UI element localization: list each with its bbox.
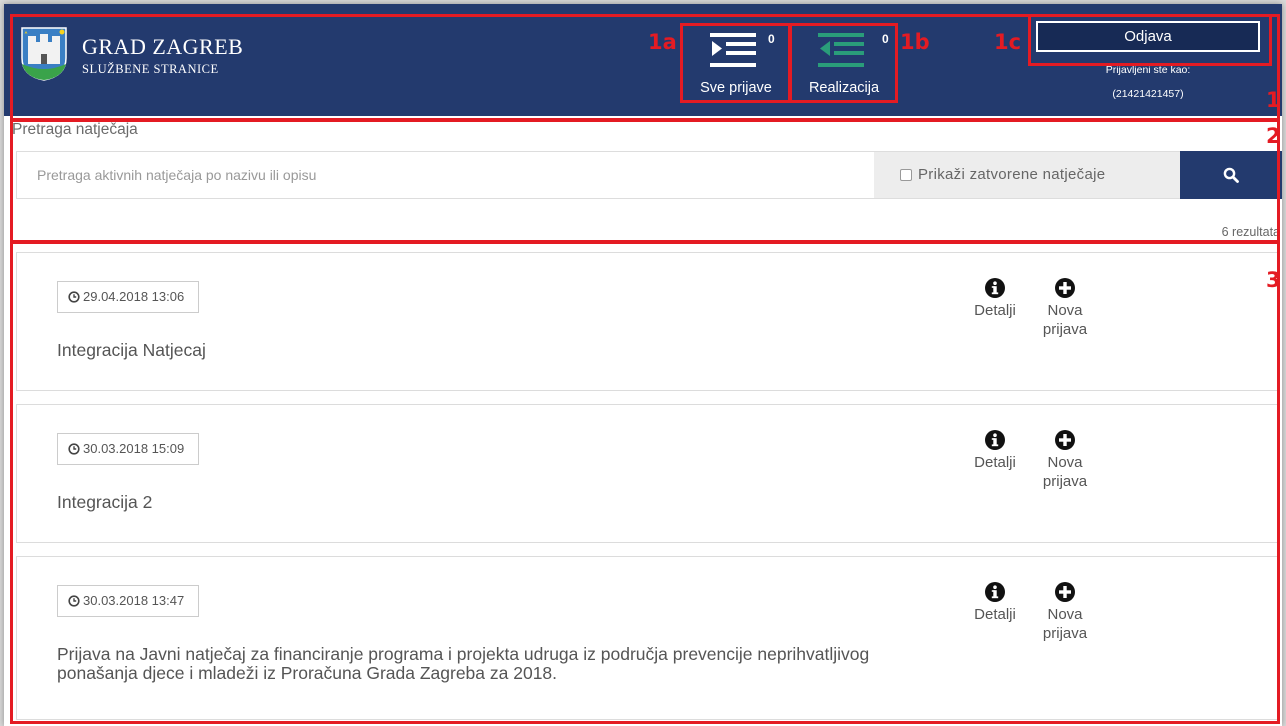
date-badge: 29.04.2018 13:06 [57,281,200,313]
search-button[interactable] [1180,151,1282,199]
brand-subtitle: SLUŽBENE STRANICE [82,62,219,76]
card-title: Integracija 2 [57,492,153,512]
card-title: Prijava na Javni natječaj za financiranj… [57,644,870,683]
details-label: Detalji [974,302,1016,319]
clock-icon [68,443,80,455]
date-badge: 30.03.2018 13:47 [57,585,200,617]
search-input[interactable] [16,151,874,199]
details-label: Detalji [974,606,1016,623]
plus-circle-icon [1055,430,1075,450]
details-button[interactable]: Detalji [960,277,1030,320]
brand-title: GRAD ZAGREB [82,34,244,59]
annotation-label-2: 2 [1266,124,1281,148]
sve-prijave-count: 0 [768,32,775,46]
new-application-button[interactable]: Nova prijava [1030,429,1100,491]
results-count: 6 rezultata [1221,225,1280,239]
annotation-label-1a: 1a [648,30,677,54]
date-badge: 30.03.2018 15:09 [57,433,200,465]
annotation-label-3: 3 [1266,268,1281,292]
search-bar: Prikaži zatvorene natječaje [16,151,1282,199]
info-icon [985,278,1005,298]
new-application-label-line1: Nova [1047,302,1083,319]
card-date: 29.04.2018 13:06 [83,289,185,304]
list-outdent-icon [818,33,864,67]
card-date: 30.03.2018 15:09 [83,441,185,456]
search-section-title: Pretraga natječaja [12,121,138,138]
new-application-label-line1: Nova [1047,454,1083,471]
card-title: Integracija Natjecaj [57,340,206,360]
info-icon [985,582,1005,602]
annotation-label-1: 1 [1266,88,1281,112]
nav-realizacija[interactable]: 0 Realizacija [792,26,896,102]
new-application-button[interactable]: Nova prijava [1030,277,1100,339]
realizacija-count: 0 [882,32,889,46]
clock-icon [68,595,80,607]
details-button[interactable]: Detalji [960,429,1030,472]
card-date: 30.03.2018 13:47 [83,593,185,608]
list-indent-icon [710,33,756,67]
new-application-label-line2: prijava [1042,473,1088,490]
zagreb-coat-of-arms-logo[interactable] [18,24,70,82]
sve-prijave-label: Sve prijave [700,80,772,96]
realizacija-label: Realizacija [808,80,880,96]
competition-card: 30.03.2018 15:09 Integracija 2 Detalji N… [16,404,1278,543]
logged-in-label: Prijavljeni ste kao: [1105,64,1191,76]
competition-card: 29.04.2018 13:06 Integracija Natjecaj De… [16,252,1278,391]
show-closed-checkbox[interactable] [900,169,912,181]
search-icon [1223,167,1239,183]
competition-card: 30.03.2018 13:47 Prijava na Javni natječ… [16,556,1278,720]
new-application-label-line2: prijava [1042,321,1088,338]
plus-circle-icon [1055,278,1075,298]
annotation-label-1b: 1b [900,30,930,54]
details-label: Detalji [974,454,1016,471]
show-closed-label: Prikaži zatvorene natječaje [918,166,1106,183]
new-application-button[interactable]: Nova prijava [1030,581,1100,643]
new-application-label-line2: prijava [1042,625,1088,642]
show-closed-toggle[interactable]: Prikaži zatvorene natječaje [874,151,1180,199]
plus-circle-icon [1055,582,1075,602]
logout-button[interactable]: Odjava [1036,21,1260,52]
info-icon [985,430,1005,450]
logged-in-user: (21421421457) [1112,88,1184,100]
nav-sve-prijave[interactable]: 0 Sve prijave [684,26,788,102]
clock-icon [68,291,80,303]
details-button[interactable]: Detalji [960,581,1030,624]
new-application-label-line1: Nova [1047,606,1083,623]
annotation-label-1c: 1c [994,30,1022,54]
app-frame: GRAD ZAGREB SLUŽBENE STRANICE 0 Sve prij… [4,4,1282,726]
site-header: GRAD ZAGREB SLUŽBENE STRANICE 0 Sve prij… [4,4,1282,116]
